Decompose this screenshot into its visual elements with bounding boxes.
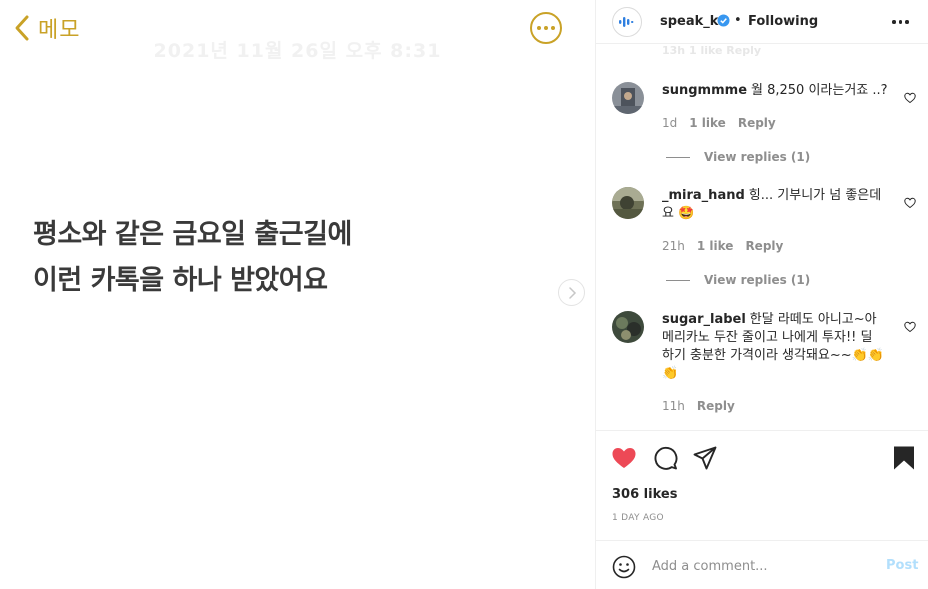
memo-more-icon: [530, 12, 562, 44]
view-replies-label: View replies (1): [704, 273, 811, 287]
add-comment-bar: Post: [596, 540, 928, 589]
reply-button[interactable]: Reply: [745, 239, 783, 253]
author-username[interactable]: speak_kr: [660, 14, 725, 29]
comment-meta: 11h Reply: [662, 399, 735, 413]
author-avatar[interactable]: [612, 7, 642, 37]
comment-time: 1d: [662, 116, 678, 130]
verified-badge-icon: [717, 14, 730, 27]
comment-username[interactable]: sugar_label: [662, 312, 746, 327]
post-image: 메모 2021년 11월 26일 오후 8:31 평소와 같은 금요일 출근길에…: [0, 0, 595, 589]
comment-time: 21h: [662, 239, 685, 253]
comment-meta: 21h 1 like Reply: [662, 239, 783, 253]
comment-text: sungmmme 월 8,250 이라는거죠 ..?: [662, 82, 888, 100]
separator-dot: •: [734, 13, 742, 28]
commenter-avatar[interactable]: [612, 187, 644, 219]
commenter-avatar[interactable]: [612, 82, 644, 114]
post-header: speak_kr • Following: [596, 0, 928, 44]
more-options-icon[interactable]: [892, 20, 909, 24]
heart-outline-icon[interactable]: [904, 92, 916, 104]
reply-button[interactable]: Reply: [738, 116, 776, 130]
commenter-avatar[interactable]: [612, 311, 644, 343]
memo-date: 2021년 11월 26일 오후 8:31: [153, 40, 442, 62]
reply-button[interactable]: Reply: [697, 399, 735, 413]
hidden-comment-meta: 13h 1 like Reply: [662, 44, 762, 57]
heart-outline-icon[interactable]: [904, 197, 916, 209]
comment-time: 11h: [662, 399, 685, 413]
comment-likes[interactable]: 1 like: [689, 116, 726, 130]
memo-line: 이런 카톡을 하나 받았어요: [33, 265, 328, 296]
comments-list: 13h 1 like Reply sungmmme 월 8,250 이라는거죠 .…: [596, 44, 928, 430]
bookmark-filled-icon[interactable]: [891, 445, 917, 471]
comment-text: _mira_hand 힝... 기부니가 넘 좋은데요 🤩: [662, 187, 888, 223]
comment-likes[interactable]: 1 like: [697, 239, 734, 253]
comment-text: sugar_label 한달 라떼도 아니고~아메리카노 두잔 줄이고 나에게 투…: [662, 311, 888, 383]
heart-filled-icon[interactable]: [611, 445, 637, 471]
post-sidebar: speak_kr • Following 13h 1 like Reply su…: [595, 0, 928, 589]
comment-icon[interactable]: [652, 445, 678, 471]
heart-outline-icon[interactable]: [904, 321, 916, 333]
view-replies-button[interactable]: View replies (1): [666, 273, 810, 287]
memo-line: 평소와 같은 금요일 출근길에: [33, 219, 352, 250]
memo-text: 평소와 같은 금요일 출근길에 이런 카톡을 하나 받았어요: [33, 212, 352, 304]
following-button[interactable]: Following: [748, 14, 818, 29]
comment-input[interactable]: [652, 555, 872, 577]
comment-content: 월 8,250 이라는거죠 ..?: [751, 83, 888, 98]
post-comment-button[interactable]: Post: [886, 558, 918, 573]
comment-meta: 1d 1 like Reply: [662, 116, 776, 130]
soundwave-logo-icon: [619, 17, 634, 27]
chevron-right-icon: [568, 286, 576, 299]
next-image-button[interactable]: [558, 279, 585, 306]
share-icon[interactable]: [692, 445, 718, 471]
likes-count[interactable]: 306 likes: [612, 487, 677, 502]
view-replies-button[interactable]: View replies (1): [666, 150, 810, 164]
emoji-icon[interactable]: [612, 555, 636, 579]
view-replies-label: View replies (1): [704, 150, 811, 164]
comment-username[interactable]: sungmmme: [662, 83, 747, 98]
post-actions: 306 likes 1 DAY AGO: [596, 430, 928, 540]
comment-username[interactable]: _mira_hand: [662, 188, 745, 203]
post-timestamp: 1 DAY AGO: [612, 513, 664, 523]
